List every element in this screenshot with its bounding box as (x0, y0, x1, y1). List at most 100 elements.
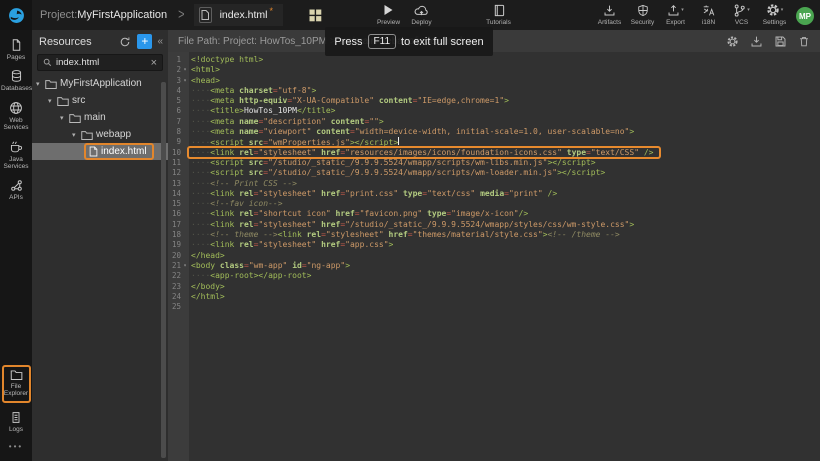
chevron-down-icon: ▾ (681, 7, 684, 13)
code-line-11[interactable]: 11····<script src="/studio/_static_/9.9.… (168, 158, 820, 168)
code-line-23[interactable]: 23</body> (168, 282, 820, 292)
security-button[interactable]: Security (626, 3, 659, 26)
collapse-panel-icon[interactable]: « (157, 36, 163, 47)
tutorials-button[interactable]: Tutorials (482, 3, 515, 26)
sidebar-item-java-services[interactable]: Java Services (0, 140, 32, 171)
code-line-13[interactable]: 13····<!-- Print CSS --> (168, 179, 820, 189)
sidebar-item-web-services[interactable]: Web Services (0, 101, 32, 132)
tree-item-index.html[interactable]: index.html (32, 143, 168, 160)
language-icon (702, 3, 716, 17)
code-line-18[interactable]: 18····<!-- theme --><link rel="styleshee… (168, 230, 820, 240)
expand-arrow-icon[interactable]: ▾ (36, 80, 45, 88)
fold-arrow-icon (181, 271, 189, 281)
code-line-14[interactable]: 14····<link rel="stylesheet" href="print… (168, 189, 820, 199)
expand-arrow-icon[interactable]: ▾ (48, 97, 57, 105)
code-line-3[interactable]: 3▾<head> (168, 76, 820, 86)
code-line-7[interactable]: 7····<meta name="description" content=""… (168, 117, 820, 127)
resources-search: × (37, 54, 163, 71)
folder-icon (57, 96, 69, 106)
vcs-button[interactable]: ▾ VCS (725, 3, 758, 26)
code-line-5[interactable]: 5····<meta http-equiv="X-UA-Compatible" … (168, 96, 820, 106)
tree-item-webapp[interactable]: ▾webapp (32, 126, 168, 143)
file-icon (89, 146, 98, 157)
code-editor: File Path: Project: HowTos_10PM > src/ma… (168, 30, 820, 461)
deploy-button[interactable]: Deploy (405, 3, 438, 26)
code-line-19[interactable]: 19····<link rel="stylesheet" href="app.c… (168, 240, 820, 250)
upload-tray-icon (667, 4, 680, 17)
code-area[interactable]: 1<!doctype html>2▾<html>3▾<head>4····<me… (168, 52, 820, 461)
i18n-button[interactable]: i18N (692, 3, 725, 26)
code-line-9[interactable]: 9····<script src="wmProperties.js"></scr… (168, 137, 820, 147)
sidebar-item-file-explorer[interactable]: File Explorer (2, 365, 31, 403)
search-input[interactable] (56, 57, 151, 68)
preview-button[interactable]: Preview (372, 3, 405, 26)
user-avatar[interactable]: MP (796, 7, 814, 25)
line-number: 5 (168, 96, 181, 106)
tab-index-html[interactable]: index.html * (194, 4, 283, 26)
code-line-2[interactable]: 2▾<html> (168, 65, 820, 75)
fold-arrow-icon (181, 137, 189, 147)
code-line-21[interactable]: 21▾<body class="wm-app" id="ng-app"> (168, 261, 820, 271)
code-line-25[interactable]: 25 (168, 302, 820, 312)
line-number: 11 (168, 158, 181, 168)
fold-arrow-icon[interactable]: ▾ (181, 261, 189, 271)
tree-item-src[interactable]: ▾src (32, 92, 168, 109)
refresh-icon[interactable] (119, 36, 131, 48)
save-file-icon[interactable] (774, 35, 787, 48)
fold-arrow-icon (181, 199, 189, 209)
code-line-15[interactable]: 15····<!--fav icon--> (168, 199, 820, 209)
export-button[interactable]: ▾ Export (659, 3, 692, 26)
code-line-22[interactable]: 22····<app-root></app-root> (168, 271, 820, 281)
resources-scrollbar[interactable] (161, 82, 166, 458)
fold-arrow-icon (181, 292, 189, 302)
code-line-6[interactable]: 6····<title>HowTos_10PM</title> (168, 106, 820, 116)
sidebar-item-apis[interactable]: APIs (0, 179, 32, 201)
topbar-center-actions: Preview Deploy Tutorials (372, 3, 515, 26)
code-line-8[interactable]: 8····<meta name="viewport" content="widt… (168, 127, 820, 137)
sidebar-item-pages[interactable]: Pages (0, 38, 32, 61)
editor-settings-gear-icon[interactable] (726, 35, 739, 48)
fold-arrow-icon[interactable]: ▾ (181, 65, 189, 75)
code-line-16[interactable]: 16····<link rel="shortcut icon" href="fa… (168, 209, 820, 219)
code-line-20[interactable]: 20</head> (168, 251, 820, 261)
pages-icon (10, 38, 23, 52)
line-number: 23 (168, 282, 181, 292)
fold-arrow-icon[interactable]: ▾ (181, 76, 189, 86)
code-line-10[interactable]: 10····<link rel="stylesheet" href="resou… (168, 148, 820, 158)
delete-file-icon[interactable] (798, 35, 810, 48)
fold-arrow-icon (181, 240, 189, 250)
tooltip-text-prefix: Press (334, 36, 362, 48)
fold-arrow-icon (181, 106, 189, 116)
line-number: 25 (168, 302, 181, 312)
wavemaker-logo-icon[interactable] (0, 0, 32, 30)
text-cursor (398, 137, 399, 145)
expand-arrow-icon[interactable]: ▾ (72, 131, 81, 139)
file-path-bar: File Path: Project: HowTos_10PM > src/ma… (168, 30, 820, 52)
sidebar-item-logs[interactable]: Logs (0, 411, 32, 433)
code-line-4[interactable]: 4····<meta charset="utf-8"> (168, 86, 820, 96)
clear-search-icon[interactable]: × (151, 57, 157, 69)
artifacts-button[interactable]: Artifacts (593, 3, 626, 26)
expand-arrow-icon[interactable]: ▾ (60, 114, 69, 122)
line-number: 18 (168, 230, 181, 240)
fold-arrow-icon (181, 117, 189, 127)
line-number: 15 (168, 199, 181, 209)
import-file-icon[interactable] (750, 35, 763, 48)
grid-icon[interactable] (309, 9, 322, 22)
code-line-12[interactable]: 12····<script src="/studio/_static_/9.9.… (168, 168, 820, 178)
tree-item-MyFirstApplication[interactable]: ▾MyFirstApplication (32, 75, 168, 92)
resources-panel: Resources + « × ▾MyFirstApplication▾src▾… (32, 30, 168, 461)
add-resource-button[interactable]: + (137, 34, 152, 49)
more-options-button[interactable]: ••• (9, 442, 23, 451)
resources-header: Resources + « (32, 30, 168, 53)
topbar-gap (438, 3, 482, 26)
code-line-1[interactable]: 1<!doctype html> (168, 55, 820, 65)
code-line-17[interactable]: 17····<link rel="stylesheet" href="/stud… (168, 220, 820, 230)
tree-item-main[interactable]: ▾main (32, 109, 168, 126)
line-number: 3 (168, 76, 181, 86)
sidebar-item-databases[interactable]: Databases (0, 69, 32, 92)
code-line-24[interactable]: 24</html> (168, 292, 820, 302)
api-nodes-icon (10, 179, 23, 192)
line-number: 1 (168, 55, 181, 65)
settings-button[interactable]: ▾ Settings (758, 3, 791, 26)
